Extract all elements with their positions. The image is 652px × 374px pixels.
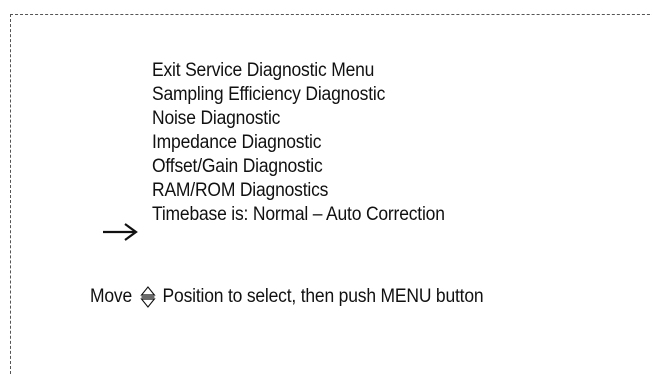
menu-item-ram-rom-diagnostics[interactable]: RAM/ROM Diagnostics — [152, 179, 445, 203]
menu-item-timebase[interactable]: Timebase is: Normal – Auto Correction — [152, 203, 445, 227]
menu-item-sampling-efficiency[interactable]: Sampling Efficiency Diagnostic — [152, 83, 445, 107]
instruction-line: Move Position to select, then push MENU … — [90, 285, 484, 309]
instruction-prefix: Move — [90, 286, 133, 307]
menu-item-offset-gain-diagnostic[interactable]: Offset/Gain Diagnostic — [152, 155, 445, 179]
instruction-text: Position to select, then push MENU butto… — [162, 286, 484, 307]
diagnostic-menu: Exit Service Diagnostic Menu Sampling Ef… — [152, 59, 470, 227]
up-down-triangle-icon — [140, 286, 156, 308]
menu-item-exit-service-diagnostic[interactable]: Exit Service Diagnostic Menu — [152, 59, 445, 83]
menu-item-impedance-diagnostic[interactable]: Impedance Diagnostic — [152, 131, 445, 155]
menu-item-noise-diagnostic[interactable]: Noise Diagnostic — [152, 107, 445, 131]
right-arrow-icon — [103, 223, 138, 241]
